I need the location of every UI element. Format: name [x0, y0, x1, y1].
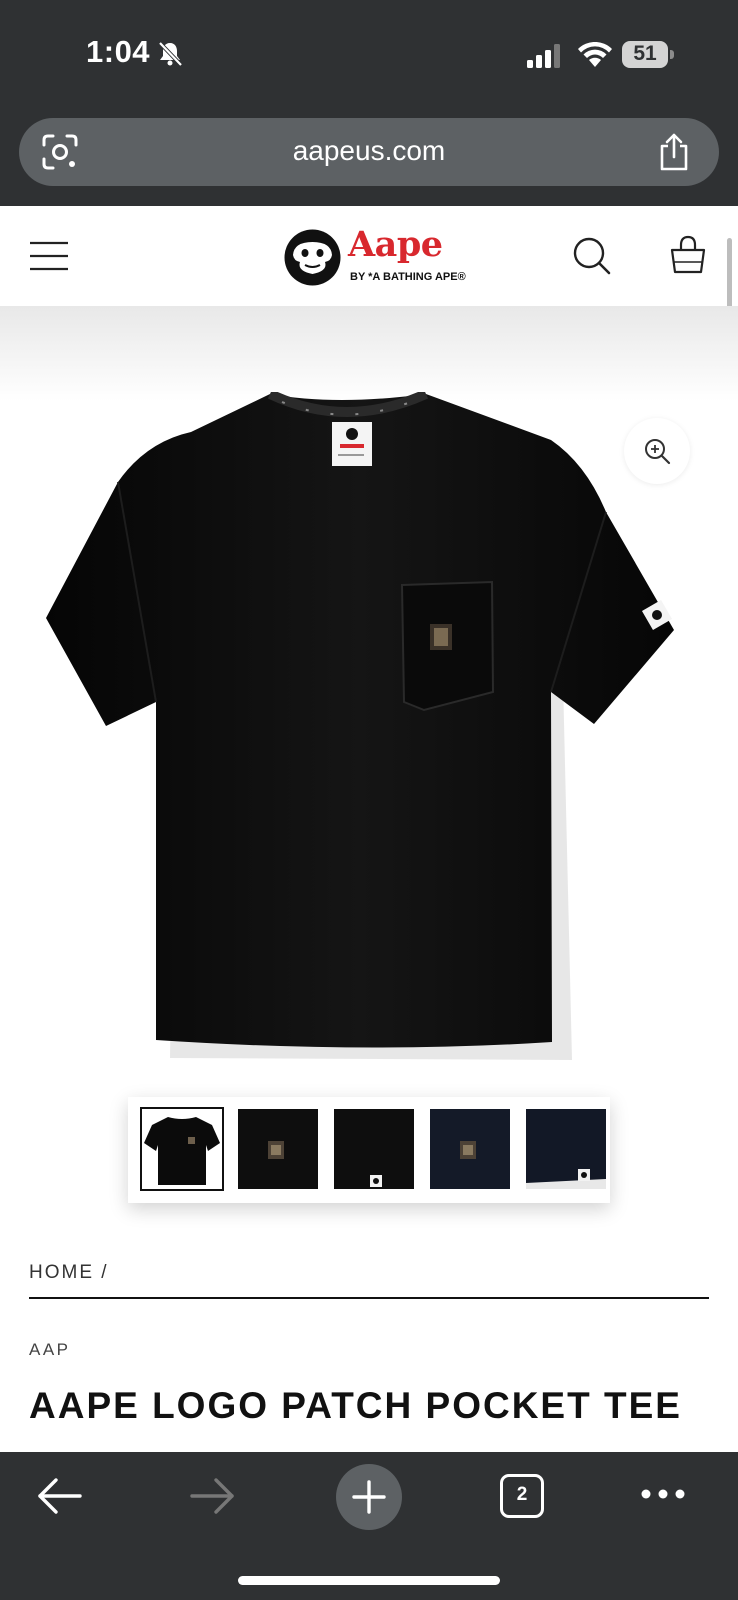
- thumbnail-navy-pocket[interactable]: [430, 1109, 510, 1189]
- browser-bottom-toolbar: 2: [0, 1452, 738, 1600]
- cellular-signal-icon: [527, 44, 560, 68]
- ape-head-logo-icon: [284, 229, 341, 286]
- thumbnail-navy-sleeve[interactable]: [526, 1109, 606, 1189]
- aape-logo[interactable]: Aape BY *A BATHING APE®: [284, 224, 466, 292]
- back-arrow-icon[interactable]: [34, 1476, 84, 1516]
- zoom-in-icon: [645, 439, 671, 465]
- share-icon[interactable]: [657, 132, 691, 172]
- battery-cap: [670, 50, 674, 59]
- hamburger-menu-icon[interactable]: [29, 240, 69, 272]
- product-main-image[interactable]: [46, 392, 710, 1074]
- forward-arrow-icon[interactable]: [188, 1476, 238, 1516]
- status-time: 1:04: [86, 34, 151, 69]
- zoom-button[interactable]: [624, 418, 690, 484]
- product-title: AAPE LOGO PATCH POCKET TEE: [29, 1385, 682, 1426]
- thumbnail-sleeve-patch[interactable]: [334, 1109, 414, 1189]
- thumbnail-pocket-patch[interactable]: [238, 1109, 318, 1189]
- breadcrumb[interactable]: HOME /: [29, 1262, 109, 1284]
- logo-wordmark: Aape: [348, 224, 443, 265]
- breadcrumb-divider: [29, 1297, 709, 1299]
- tab-switcher-button[interactable]: 2: [500, 1474, 544, 1518]
- battery-level: 51: [633, 42, 657, 65]
- site-header: Aape BY *A BATHING APE®: [0, 206, 738, 306]
- gallery-shade: [0, 306, 738, 401]
- search-icon[interactable]: [572, 236, 612, 276]
- logo-tagline: BY *A BATHING APE®: [350, 271, 466, 283]
- product-brand: AAP: [29, 1340, 71, 1359]
- thumbnail-strip: [128, 1097, 610, 1203]
- thumbnail-front[interactable]: [140, 1107, 224, 1191]
- browser-top-chrome: 1:04 51 aapeus.com: [0, 0, 738, 206]
- wifi-icon: [578, 42, 612, 67]
- more-options-icon[interactable]: [640, 1482, 686, 1506]
- tab-count: 2: [516, 1484, 528, 1505]
- url-text[interactable]: aapeus.com: [19, 135, 719, 167]
- new-tab-button[interactable]: [336, 1464, 402, 1530]
- silent-bell-icon: [158, 41, 183, 67]
- battery-indicator: 51: [622, 41, 674, 68]
- plus-icon: [352, 1480, 386, 1514]
- shopping-bag-icon[interactable]: [669, 234, 707, 276]
- address-bar[interactable]: aapeus.com: [19, 118, 719, 186]
- home-indicator[interactable]: [238, 1576, 500, 1585]
